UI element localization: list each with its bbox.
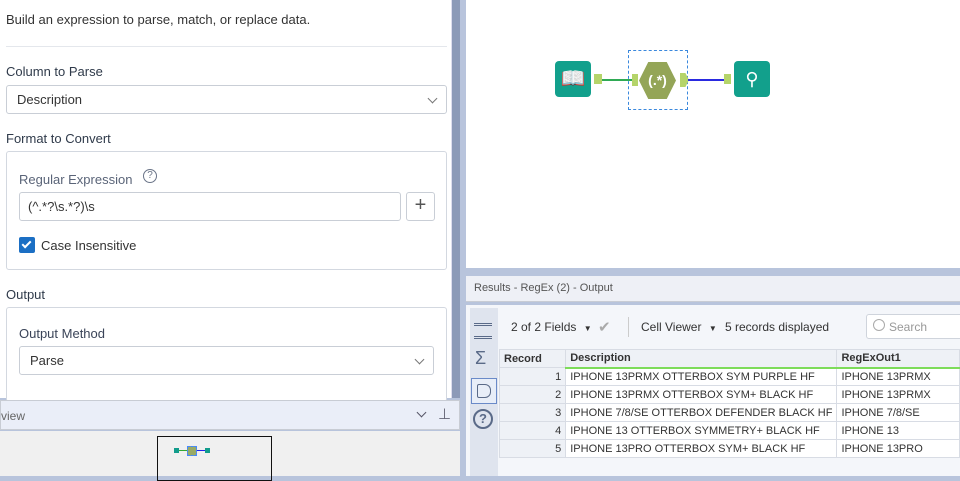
table-row[interactable]: 5 IPHONE 13PRO OTTERBOX SYM+ BLACK HF IPHO…: [498, 439, 960, 458]
divider: [628, 317, 629, 337]
metadata-tab[interactable]: [471, 378, 497, 404]
check-icon: [21, 238, 32, 249]
results-header: Results - RegEx (2) - Output: [466, 276, 960, 302]
help-icon[interactable]: ?: [473, 409, 493, 429]
output-label: Output: [6, 287, 46, 302]
regexout1-cell[interactable]: IPHONE 13PRMX: [836, 367, 960, 386]
divider: [6, 46, 447, 47]
output-method-label: Output Method: [19, 326, 105, 341]
column-to-parse-value: Description: [17, 92, 83, 107]
chevron-down-icon: [414, 354, 425, 365]
column-to-parse-label: Column to Parse: [6, 64, 103, 79]
description-cell[interactable]: IPHONE 7/8/SE OTTERBOX DEFENDER BLACK HF: [565, 403, 838, 422]
tag-icon: [477, 384, 491, 398]
column-header-description[interactable]: Description: [565, 349, 838, 369]
help-icon[interactable]: ?: [143, 169, 157, 183]
browse-tool[interactable]: ⚲: [734, 61, 770, 97]
search-icon: [873, 319, 885, 331]
table-row[interactable]: 4 IPHONE 13 OTTERBOX SYMMETRY+ BLACK HF IP…: [498, 421, 960, 440]
record-cell[interactable]: 2: [498, 385, 567, 404]
table-row[interactable]: 3 IPHONE 7/8/SE OTTERBOX DEFENDER BLACK H…: [498, 403, 960, 422]
chevron-down-icon: [427, 93, 438, 104]
format-group: Regular Expression ? (^.*?\s.*?)\s + Cas…: [6, 151, 447, 270]
configuration-panel: Build an expression to parse, match, or …: [0, 0, 452, 402]
output-anchor[interactable]: [594, 74, 602, 84]
format-to-convert-label: Format to Convert: [6, 131, 111, 146]
output-method-value: Parse: [30, 353, 64, 368]
cell-viewer-dropdown[interactable]: Cell Viewer ▼: [641, 320, 717, 334]
regexout1-cell[interactable]: IPHONE 13PRMX: [836, 385, 960, 404]
regex-value: (^.*?\s.*?)\s: [28, 199, 95, 214]
results-table: Record Description RegExOut1 1 IPHONE 13P…: [498, 349, 960, 458]
overview-header: view ⊥: [0, 400, 460, 430]
regexout1-cell[interactable]: IPHONE 7/8/SE: [836, 403, 960, 422]
plus-icon: +: [414, 194, 427, 216]
cell-viewer-label: Cell Viewer: [641, 320, 702, 334]
regexout1-cell[interactable]: IPHONE 13: [836, 421, 960, 440]
output-method-select[interactable]: Parse: [19, 346, 434, 375]
chevron-down-icon[interactable]: [416, 407, 427, 418]
description-cell[interactable]: IPHONE 13PRO OTTERBOX SYM+ BLACK HF: [565, 439, 838, 458]
caret-down-icon: ▼: [708, 324, 717, 333]
regex-tool-selection[interactable]: (.*): [628, 50, 689, 110]
record-cell[interactable]: 1: [498, 367, 567, 386]
regex-label: Regular Expression: [19, 172, 133, 187]
output-group: Output Method Parse: [6, 307, 447, 402]
overview-canvas: [0, 431, 460, 481]
connection: [688, 79, 724, 81]
viewport-rect[interactable]: [157, 436, 272, 481]
description-cell[interactable]: IPHONE 13PRMX OTTERBOX SYM+ BLACK HF: [565, 385, 838, 404]
table-view-icon[interactable]: [474, 323, 492, 339]
column-header-regexout1[interactable]: RegExOut1: [836, 349, 960, 369]
tool-description: Build an expression to parse, match, or …: [6, 12, 311, 27]
table-row[interactable]: 2 IPHONE 13PRMX OTTERBOX SYM+ BLACK HF IPH…: [498, 385, 960, 404]
add-token-button[interactable]: +: [406, 192, 435, 221]
record-cell[interactable]: 3: [498, 403, 567, 422]
records-count: 5 records displayed: [725, 320, 830, 334]
book-icon: 📖: [560, 68, 586, 90]
column-header-record[interactable]: Record: [498, 349, 567, 368]
overview-title: view: [1, 409, 26, 423]
apply-check-icon[interactable]: ✔: [598, 318, 611, 336]
sigma-icon[interactable]: Σ: [475, 348, 486, 369]
regex-tool[interactable]: (.*): [639, 62, 676, 99]
binoculars-icon: ⚲: [745, 69, 759, 89]
regex-input[interactable]: (^.*?\s.*?)\s: [19, 192, 401, 221]
fields-dropdown[interactable]: 2 of 2 Fields ▼: [511, 320, 592, 334]
case-insensitive-label: Case Insensitive: [41, 238, 137, 253]
column-to-parse-select[interactable]: Description: [6, 85, 447, 114]
case-insensitive-checkbox[interactable]: [19, 237, 35, 253]
input-data-tool[interactable]: 📖: [555, 61, 591, 97]
pin-icon[interactable]: ⊥: [438, 405, 451, 423]
results-sidebar: Σ ?: [470, 308, 498, 476]
record-cell[interactable]: 4: [498, 421, 567, 440]
description-cell[interactable]: IPHONE 13 OTTERBOX SYMMETRY+ BLACK HF: [565, 421, 838, 440]
search-input[interactable]: Search: [866, 314, 960, 339]
input-anchor[interactable]: [724, 74, 731, 84]
caret-down-icon: ▼: [583, 324, 592, 333]
results-title: Results - RegEx (2) - Output: [474, 282, 613, 294]
left-scrollbar[interactable]: [452, 0, 460, 398]
record-cell[interactable]: 5: [498, 439, 567, 458]
fields-label: 2 of 2 Fields: [511, 320, 577, 334]
search-placeholder: Search: [889, 320, 928, 334]
regexout1-cell[interactable]: IPHONE 13PRO: [836, 439, 960, 458]
workflow-canvas: 📖 (.*) ⚲: [466, 0, 960, 268]
table-row[interactable]: 1 IPHONE 13PRMX OTTERBOX SYM PURPLE HF IPH…: [498, 367, 960, 386]
description-cell[interactable]: IPHONE 13PRMX OTTERBOX SYM PURPLE HF: [565, 367, 838, 386]
